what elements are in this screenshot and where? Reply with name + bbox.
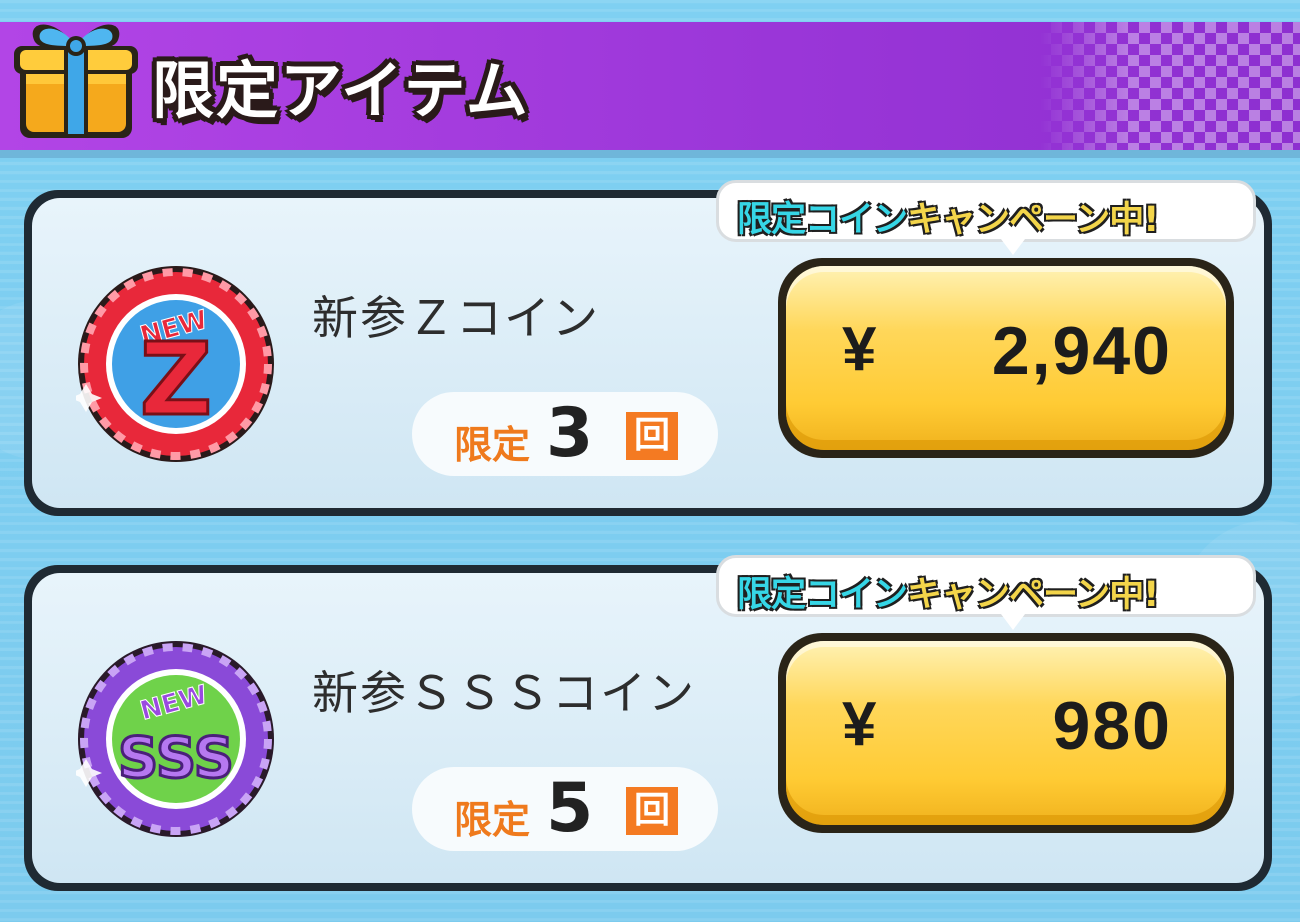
limit-suffix: 回 [626,787,678,835]
purchase-limit-badge: 限定 3 回 [412,392,718,476]
campaign-text-highlight: 限定コイン [737,200,908,240]
item-name: 新参ＳＳＳコイン [312,666,696,720]
campaign-banner: 限定コインキャンペーン中! [716,555,1256,630]
campaign-text-highlight: 限定コイン [737,575,908,615]
campaign-text-rest: キャンペーン中! [907,200,1159,240]
shop-item-card[interactable]: NEW SSS 新参ＳＳＳコイン 限定 5 回 限定コインキャンペーン中! ¥ … [24,555,1272,891]
gift-icon [14,24,138,138]
limit-count: 5 [546,769,594,848]
campaign-text: 限定コインキャンペーン中! [737,191,1159,242]
item-name: 新参Ｚコイン [312,291,600,345]
buy-button-face[interactable]: ¥ 2,940 [786,266,1226,450]
currency-symbol: ¥ [842,315,877,384]
limit-label: 限定 [454,798,531,842]
limit-label: 限定 [454,423,531,467]
svg-text:SSS: SSS [118,726,234,791]
buy-button[interactable]: ¥ 980 [778,633,1234,833]
price-value: 2,940 [991,313,1172,389]
shop-item-card[interactable]: NEW Z 新参Ｚコイン 限定 3 回 限定コインキャンペーン中! ¥ 2,94… [24,180,1272,516]
buy-button-face[interactable]: ¥ 980 [786,641,1226,825]
header-divider [0,150,1300,158]
price-value: 980 [1052,688,1172,764]
purchase-limit-badge: 限定 5 回 [412,767,718,851]
diamond-pattern [1040,22,1300,150]
limit-suffix: 回 [626,412,678,460]
campaign-text: 限定コインキャンペーン中! [737,566,1159,617]
campaign-banner: 限定コインキャンペーン中! [716,180,1256,255]
campaign-text-rest: キャンペーン中! [907,575,1159,615]
limit-count: 3 [546,394,594,473]
new-sss-coin-icon: NEW SSS [76,641,274,837]
svg-text:Z: Z [140,321,213,438]
page-title: 限定アイテム [152,54,530,127]
buy-button[interactable]: ¥ 2,940 [778,258,1234,458]
currency-symbol: ¥ [842,690,877,759]
new-z-coin-icon: NEW Z [76,266,274,462]
